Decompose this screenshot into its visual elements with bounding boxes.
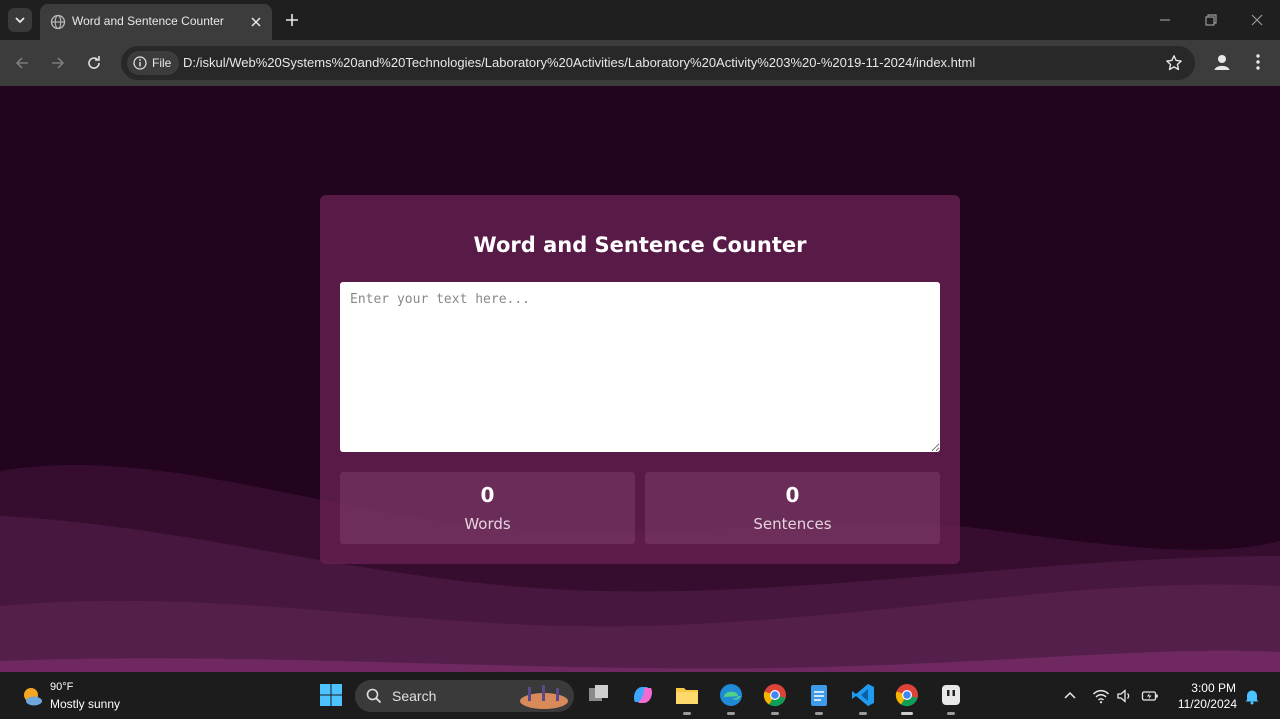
running-indicator xyxy=(727,712,735,715)
start-icon[interactable] xyxy=(318,682,344,708)
menu-kebab-icon[interactable] xyxy=(1250,52,1266,72)
reload-icon[interactable] xyxy=(84,53,104,73)
info-icon xyxy=(133,56,147,70)
running-indicator xyxy=(859,712,867,715)
taskbar-search[interactable]: Search xyxy=(355,680,574,712)
text-input[interactable] xyxy=(340,282,940,452)
search-label: Search xyxy=(392,688,437,704)
battery-icon[interactable] xyxy=(1141,687,1159,705)
running-indicator xyxy=(771,712,779,715)
minimize-icon[interactable] xyxy=(1155,10,1175,30)
chip-label: File xyxy=(152,56,172,70)
notification-bell-icon[interactable] xyxy=(1243,687,1261,705)
wifi-icon[interactable] xyxy=(1092,687,1110,705)
weather-desc: Mostly sunny xyxy=(50,697,121,711)
copilot-icon[interactable] xyxy=(630,682,656,708)
edge-icon[interactable] xyxy=(718,682,744,708)
close-icon[interactable] xyxy=(248,14,264,30)
chevron-up-icon[interactable] xyxy=(1061,687,1079,705)
counter-card: Word and Sentence Counter 0 Words 0 Sent… xyxy=(320,195,960,564)
clock-time: 3:00 PM xyxy=(1191,681,1236,695)
sentences-stat: 0 Sentences xyxy=(645,472,940,544)
back-arrow-icon[interactable] xyxy=(12,53,32,73)
tab-search-button[interactable] xyxy=(8,8,32,32)
bookmark-star-icon[interactable] xyxy=(1165,54,1183,72)
task-view-icon[interactable] xyxy=(586,682,612,708)
chrome-icon[interactable] xyxy=(762,682,788,708)
chrome-icon[interactable] xyxy=(894,682,920,708)
page-viewport: Word and Sentence Counter 0 Words 0 Sent… xyxy=(0,86,1280,672)
volume-icon[interactable] xyxy=(1116,687,1134,705)
vscode-icon[interactable] xyxy=(850,682,876,708)
page-title: Word and Sentence Counter xyxy=(473,233,807,257)
running-indicator xyxy=(947,712,955,715)
new-tab-plus-icon[interactable] xyxy=(282,10,302,30)
globe-icon xyxy=(50,14,66,30)
words-label: Words xyxy=(464,515,511,533)
window-close-icon[interactable] xyxy=(1247,10,1267,30)
words-stat: 0 Words xyxy=(340,472,635,544)
browser-toolbar: File D:/iskul/Web%20Systems%20and%20Tech… xyxy=(0,40,1280,86)
chevron-down-icon xyxy=(15,17,25,24)
forward-arrow-icon[interactable] xyxy=(48,53,68,73)
profile-icon[interactable] xyxy=(1211,51,1233,73)
file-explorer-icon[interactable] xyxy=(674,682,700,708)
search-icon xyxy=(366,688,382,704)
taskbar: 90°F Mostly sunny Search 3:00 PM 11/20/2… xyxy=(0,672,1280,719)
site-info-chip[interactable]: File xyxy=(127,51,180,75)
clock-date: 11/20/2024 xyxy=(1177,697,1237,711)
active-indicator xyxy=(901,712,913,715)
running-indicator xyxy=(683,712,691,715)
search-highlight-icon xyxy=(520,685,568,709)
restore-icon[interactable] xyxy=(1201,10,1221,30)
url-text[interactable]: D:/iskul/Web%20Systems%20and%20Technolog… xyxy=(183,55,975,70)
app-icon[interactable] xyxy=(938,682,964,708)
sentences-label: Sentences xyxy=(753,515,832,533)
sentence-count: 0 xyxy=(785,483,800,507)
browser-tab[interactable]: Word and Sentence Counter xyxy=(40,4,272,40)
tab-title: Word and Sentence Counter xyxy=(72,14,224,28)
sun-cloud-icon xyxy=(24,688,42,706)
weather-temp: 90°F xyxy=(50,681,74,693)
address-bar[interactable]: File D:/iskul/Web%20Systems%20and%20Tech… xyxy=(121,46,1195,80)
notepad-icon[interactable] xyxy=(806,682,832,708)
tab-strip: Word and Sentence Counter xyxy=(0,0,1280,40)
running-indicator xyxy=(815,712,823,715)
word-count: 0 xyxy=(480,483,495,507)
